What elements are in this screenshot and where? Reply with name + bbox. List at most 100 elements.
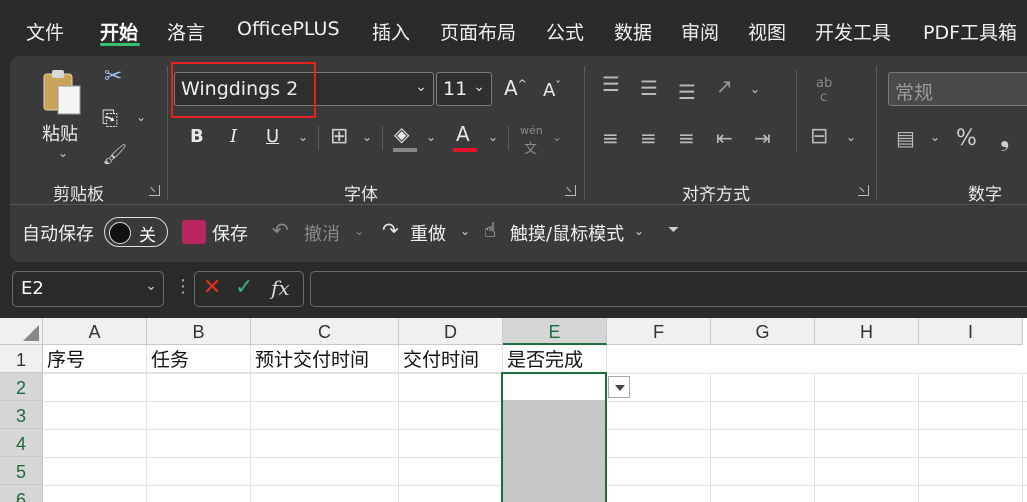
copy-dropdown-arrow[interactable]: ⌄ <box>136 110 146 124</box>
select-all-triangle <box>23 325 39 341</box>
align-bottom-icon[interactable]: ☰ <box>678 82 696 102</box>
decrease-font-icon[interactable]: Aˇ <box>543 80 561 100</box>
increase-indent-icon[interactable]: ⇥ <box>754 128 771 148</box>
column-header-c[interactable]: C <box>251 318 399 345</box>
save-icon[interactable] <box>182 220 206 244</box>
save-button-label[interactable]: 保存 <box>212 220 248 246</box>
format-painter-icon[interactable]: 🖌 <box>102 144 127 164</box>
row-header-5[interactable]: 5 <box>0 457 43 485</box>
cell-a1[interactable]: 序号 <box>43 345 147 373</box>
menu-luoyan[interactable]: 洛言 <box>167 18 205 45</box>
touch-dropdown-arrow[interactable]: ⌄ <box>634 224 644 238</box>
menu-pdf-toolbox[interactable]: PDF工具箱 <box>923 18 1017 45</box>
cancel-icon[interactable]: ✕ <box>203 275 221 300</box>
menu-developer[interactable]: 开发工具 <box>815 18 891 45</box>
column-header-h[interactable]: H <box>815 318 919 345</box>
decrease-indent-icon[interactable]: ⇤ <box>716 128 733 148</box>
underline-icon[interactable]: U <box>266 128 279 146</box>
touch-mouse-icon[interactable]: ☝ <box>484 220 496 240</box>
alignment-launcher-icon[interactable] <box>858 185 869 196</box>
column-header-b[interactable]: B <box>147 318 251 345</box>
font-color-icon[interactable]: A <box>456 124 470 144</box>
align-center-icon[interactable]: ≡ <box>640 128 657 148</box>
accounting-dropdown-arrow[interactable]: ⌄ <box>930 130 940 144</box>
borders-icon[interactable]: ⊞ <box>330 126 348 148</box>
menu-review[interactable]: 审阅 <box>681 18 719 45</box>
cell-e1[interactable]: 是否完成 <box>503 345 607 373</box>
number-format-value: 常规 <box>895 82 934 104</box>
clipboard-launcher-icon[interactable] <box>149 185 160 196</box>
ribbon-divider <box>10 204 1027 205</box>
cell-b1[interactable]: 任务 <box>147 345 251 373</box>
enter-icon[interactable]: ✓ <box>235 275 253 300</box>
bold-icon[interactable]: B <box>190 128 204 146</box>
align-top-icon[interactable]: ☰ <box>602 74 620 94</box>
phonetic-top: wén <box>520 124 543 137</box>
percent-icon[interactable]: % <box>956 126 977 151</box>
merge-center-icon[interactable]: ⊟ <box>810 126 828 148</box>
active-cell-e2[interactable] <box>503 374 605 400</box>
menu-view[interactable]: 视图 <box>748 18 786 45</box>
cell-c1[interactable]: 预计交付时间 <box>251 345 399 373</box>
column-header-f[interactable]: F <box>607 318 711 345</box>
cut-icon[interactable]: ✂ <box>104 66 122 88</box>
comma-icon[interactable]: ❟ <box>1000 124 1009 152</box>
menu-officeplus[interactable]: OfficePLUS <box>237 18 340 40</box>
row-header-1[interactable]: 1 <box>0 345 43 373</box>
phonetic-dropdown-arrow[interactable]: ⌄ <box>552 130 562 144</box>
italic-icon[interactable]: I <box>230 128 237 146</box>
align-middle-icon[interactable]: ☰ <box>640 78 658 98</box>
accounting-icon[interactable]: ▤ <box>896 128 915 148</box>
column-header-a[interactable]: A <box>43 318 147 345</box>
undo-dropdown-arrow[interactable]: ⌄ <box>354 224 364 238</box>
cell-d1[interactable]: 交付时间 <box>399 345 503 373</box>
row-header-6[interactable]: 6 <box>0 485 43 502</box>
menu-data[interactable]: 数据 <box>614 18 652 45</box>
column-header-i[interactable]: I <box>919 318 1023 345</box>
group-separator <box>167 66 168 200</box>
font-size-dropdown[interactable]: 11 ⌄ <box>436 72 492 106</box>
copy-icon[interactable]: ⎘ <box>102 108 118 128</box>
menu-formulas[interactable]: 公式 <box>546 18 584 45</box>
phonetic-bottom: 文 <box>524 142 538 157</box>
orientation-dropdown-arrow[interactable]: ⌄ <box>750 82 760 96</box>
merge-dropdown-arrow[interactable]: ⌄ <box>846 130 856 144</box>
align-left-icon[interactable]: ≡ <box>602 128 619 148</box>
redo-icon[interactable]: ↷ <box>382 220 399 240</box>
fill-color-dropdown-arrow[interactable]: ⌄ <box>426 130 436 144</box>
redo-dropdown-arrow[interactable]: ⌄ <box>460 224 470 238</box>
autosave-toggle[interactable]: 关 <box>104 217 168 247</box>
validation-dropdown-button[interactable] <box>608 376 630 398</box>
undo-button-label[interactable]: 撤消 <box>304 220 340 246</box>
paste-dropdown-arrow[interactable]: ⌄ <box>58 146 68 160</box>
select-all-button[interactable] <box>0 318 43 345</box>
align-right-icon[interactable]: ≡ <box>678 128 695 148</box>
menu-file[interactable]: 文件 <box>26 18 64 45</box>
menu-page-layout[interactable]: 页面布局 <box>440 18 516 45</box>
column-header-d[interactable]: D <box>399 318 503 345</box>
row-header-4[interactable]: 4 <box>0 429 43 457</box>
name-box[interactable]: E2 ⌄ <box>12 271 164 307</box>
column-header-g[interactable]: G <box>711 318 815 345</box>
touch-mode-label[interactable]: 触摸/鼠标模式 <box>510 220 624 246</box>
insert-function-icon[interactable]: fx <box>271 276 290 300</box>
fill-color-icon[interactable]: ◈ <box>394 124 409 144</box>
paste-button[interactable] <box>40 68 86 120</box>
menu-home[interactable]: 开始 <box>100 18 138 45</box>
orientation-icon[interactable]: ↗ <box>716 76 733 96</box>
redo-button-label[interactable]: 重做 <box>410 220 446 246</box>
column-header-e[interactable]: E <box>503 318 607 345</box>
formula-input[interactable] <box>310 271 1027 307</box>
borders-dropdown-arrow[interactable]: ⌄ <box>362 130 372 144</box>
font-launcher-icon[interactable] <box>565 185 576 196</box>
row-header-2[interactable]: 2 <box>0 373 43 401</box>
font-color-dropdown-arrow[interactable]: ⌄ <box>488 130 498 144</box>
paste-icon <box>43 70 81 115</box>
number-format-dropdown[interactable]: 常规 <box>888 72 1027 106</box>
customize-qat-icon[interactable]: ⏷ <box>668 222 679 238</box>
increase-font-icon[interactable]: A^ <box>504 78 527 98</box>
menu-insert[interactable]: 插入 <box>372 18 410 45</box>
underline-dropdown-arrow[interactable]: ⌄ <box>298 130 308 144</box>
undo-icon[interactable]: ↶ <box>272 220 289 240</box>
row-header-3[interactable]: 3 <box>0 401 43 429</box>
